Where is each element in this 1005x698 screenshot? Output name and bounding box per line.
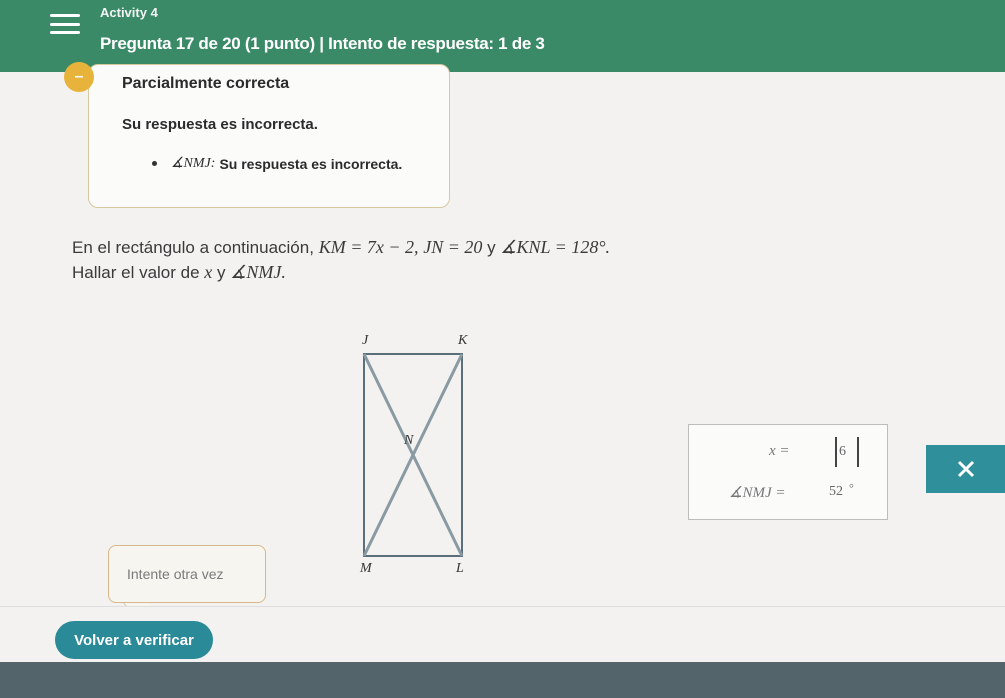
problem-prefix: En el rectángulo a continuación, xyxy=(72,238,314,257)
feedback-message: Su respuesta es incorrecta. xyxy=(122,116,318,133)
menu-icon[interactable] xyxy=(50,10,80,38)
equation-km: KM = 7x − 2, xyxy=(318,237,419,257)
label-l: L xyxy=(455,561,464,576)
degree-symbol: ° xyxy=(849,481,854,495)
feedback-item: ∡NMJ: Su respuesta es incorrecta. xyxy=(152,155,402,172)
angle-answer-label: ∡NMJ = xyxy=(729,485,786,501)
close-icon xyxy=(957,460,974,478)
label-j: J xyxy=(362,333,369,348)
conjunction-2: y xyxy=(217,263,226,282)
feedback-item-text: Su respuesta es incorrecta. xyxy=(219,155,403,172)
label-k: K xyxy=(457,333,468,348)
variable-x: x xyxy=(204,262,213,282)
problem-line-2: Hallar el valor de x y ∡NMJ. xyxy=(72,260,610,285)
verify-button[interactable]: Volver a verificar xyxy=(55,621,213,659)
top-bar: Activity 4 Pregunta 17 de 20 (1 punto) |… xyxy=(0,0,1005,72)
bullet-icon xyxy=(152,161,157,166)
close-answer-button[interactable] xyxy=(926,445,1005,493)
problem-statement: En el rectángulo a continuación, KM = 7x… xyxy=(72,235,610,285)
activity-label: Activity 4 xyxy=(100,5,158,20)
label-n: N xyxy=(403,433,414,448)
problem-line-1: En el rectángulo a continuación, KM = 7x… xyxy=(72,235,610,260)
equation-angle-knl: ∡KNL = 128°. xyxy=(500,237,611,257)
target-angle: ∡NMJ. xyxy=(230,262,286,282)
feedback-item-angle: ∡NMJ: xyxy=(171,156,216,171)
feedback-title: Parcialmente correcta xyxy=(122,75,290,92)
rectangle-diagram: J K M L N xyxy=(359,333,468,576)
equation-jn: JN = 20 xyxy=(423,237,483,257)
x-answer-input[interactable] xyxy=(835,437,859,467)
x-answer-label: x = xyxy=(769,443,790,459)
partial-status-icon: – xyxy=(64,62,94,92)
question-progress: Pregunta 17 de 20 (1 punto) | Intento de… xyxy=(100,34,545,53)
conjunction: y xyxy=(487,238,496,257)
label-m: M xyxy=(359,561,373,576)
try-again-bubble: Intente otra vez xyxy=(108,545,266,603)
problem-line2-prefix: Hallar el valor de xyxy=(72,263,200,282)
answer-box: x = ∡NMJ = ° xyxy=(688,424,888,520)
footer-divider xyxy=(0,606,1005,607)
bottom-bar xyxy=(0,662,1005,698)
